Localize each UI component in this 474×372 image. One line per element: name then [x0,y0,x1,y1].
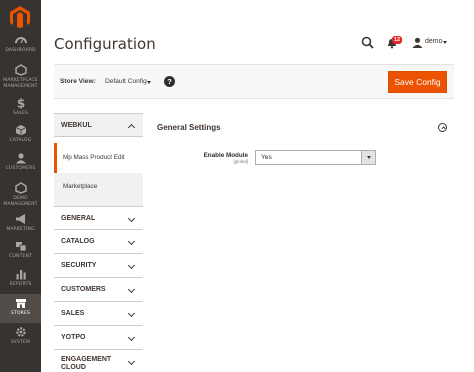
tab-group-label: YOTPO [61,334,86,341]
menu-item-demo-management[interactable]: DEMO MANAGEMENT [0,182,41,207]
tab-group-label: CLOUD [61,364,86,371]
store-view-label: Store View: [60,78,96,85]
collapse-section-icon[interactable] [438,123,447,132]
store-icon [15,299,26,308]
dollar-icon: $ [16,97,24,109]
tab-mp-mass-product-edit[interactable]: Mp Mass Product Edit [54,143,143,173]
bar-chart-icon [16,270,26,280]
tab-group-label: CUSTOMERS [61,286,106,293]
tab-group-label: CATALOG [61,238,95,245]
menu-label: SYSTEM [11,340,30,345]
marketplace-icon [14,64,27,76]
user-name[interactable]: demo [425,38,443,45]
magento-logo[interactable] [10,6,30,28]
notification-badge[interactable]: 12 [392,36,403,44]
chevron-down-icon[interactable] [443,41,447,44]
enable-module-select[interactable]: Yes [255,150,376,165]
menu-label: STORES [11,311,30,316]
menu-label: CONTENT [9,254,32,259]
customers-icon [15,153,26,164]
save-config-button[interactable]: Save Config [388,71,447,93]
hexagon-icon [14,182,27,194]
field-scope: [global] [233,159,248,164]
store-view-bar: Store View: Default Config ? Save Config [54,64,454,99]
tab-group-webkul[interactable]: WEBKUL [54,113,143,137]
menu-label: MARKETPLACE MANAGEMENT [3,78,38,89]
chevron-up-icon [127,123,136,132]
chevron-down-icon [127,214,136,223]
search-icon[interactable] [361,36,374,49]
chevron-down-icon [127,333,136,342]
chevron-down-icon[interactable] [147,81,151,84]
config-tabs: WEBKUL Mp Mass Product Edit Marketplace … [54,113,143,372]
select-value: Yes [261,154,272,161]
help-icon[interactable]: ? [164,76,175,87]
tab-marketplace[interactable]: Marketplace [54,173,143,206]
tab-group-label: WEBKUL [61,122,92,129]
chevron-down-icon [127,285,136,294]
tab-group-general[interactable]: GENERAL [54,206,143,230]
menu-label: SALES [12,111,29,116]
page-title: Configuration [54,35,156,53]
menu-item-content[interactable]: CONTENT [0,240,41,260]
menu-item-sales[interactable]: $ SALES [0,97,41,117]
tab-group-customers[interactable]: CUSTOMERS [54,278,143,302]
menu-label: CATALOG [9,138,32,143]
tab-group-label: GENERAL [61,215,96,222]
menu-label: DEMO MANAGEMENT [3,196,38,207]
enable-module-label: Enable Module [203,152,248,159]
section-title[interactable]: General Settings [157,123,221,132]
cube-icon [15,125,26,136]
chevron-down-icon [127,309,136,318]
admin-sidebar: DASHBOARD MARKETPLACE MANAGEMENT $ SALES… [0,0,41,372]
tab-group-yotpo[interactable]: YOTPO [54,326,143,350]
menu-item-system[interactable]: SYSTEM [0,326,41,346]
tab-group-label: ENGAGEMENT [61,356,112,363]
tab-group-items: Mp Mass Product Edit Marketplace [54,143,143,206]
tab-group-label: SALES [61,310,85,317]
chevron-down-icon [127,261,136,270]
content-icon [15,242,26,252]
menu-item-reports[interactable]: REPORTS [0,268,41,288]
megaphone-icon [15,214,25,224]
menu-label: MARKETING [6,227,35,232]
chevron-down-icon[interactable] [361,151,375,164]
svg-text:$: $ [16,97,24,109]
user-icon[interactable] [412,37,423,48]
store-view-switcher[interactable]: Default Config [105,78,147,85]
menu-label: CUSTOMERS [5,166,36,171]
chevron-down-icon [127,237,136,246]
tab-group-catalog[interactable]: CATALOG [54,230,143,254]
tab-group-security[interactable]: SECURITY [54,254,143,278]
gear-icon [15,327,26,337]
tab-group-sales[interactable]: SALES [54,302,143,326]
menu-item-customers[interactable]: CUSTOMERS [0,152,41,172]
dashboard-icon [14,37,27,44]
menu-item-marketplace[interactable]: MARKETPLACE MANAGEMENT [0,64,41,89]
menu-item-stores[interactable]: STORES [0,294,41,323]
menu-label: REPORTS [9,282,32,287]
tab-group-label: SECURITY [61,262,97,269]
menu-item-dashboard[interactable]: DASHBOARD [0,34,41,54]
menu-item-catalog[interactable]: CATALOG [0,124,41,144]
chevron-down-icon [127,357,136,366]
menu-item-marketing[interactable]: MARKETING [0,213,41,233]
menu-label: DASHBOARD [5,48,36,53]
tab-group-engagement-cloud[interactable]: ENGAGEMENT CLOUD [54,350,143,372]
